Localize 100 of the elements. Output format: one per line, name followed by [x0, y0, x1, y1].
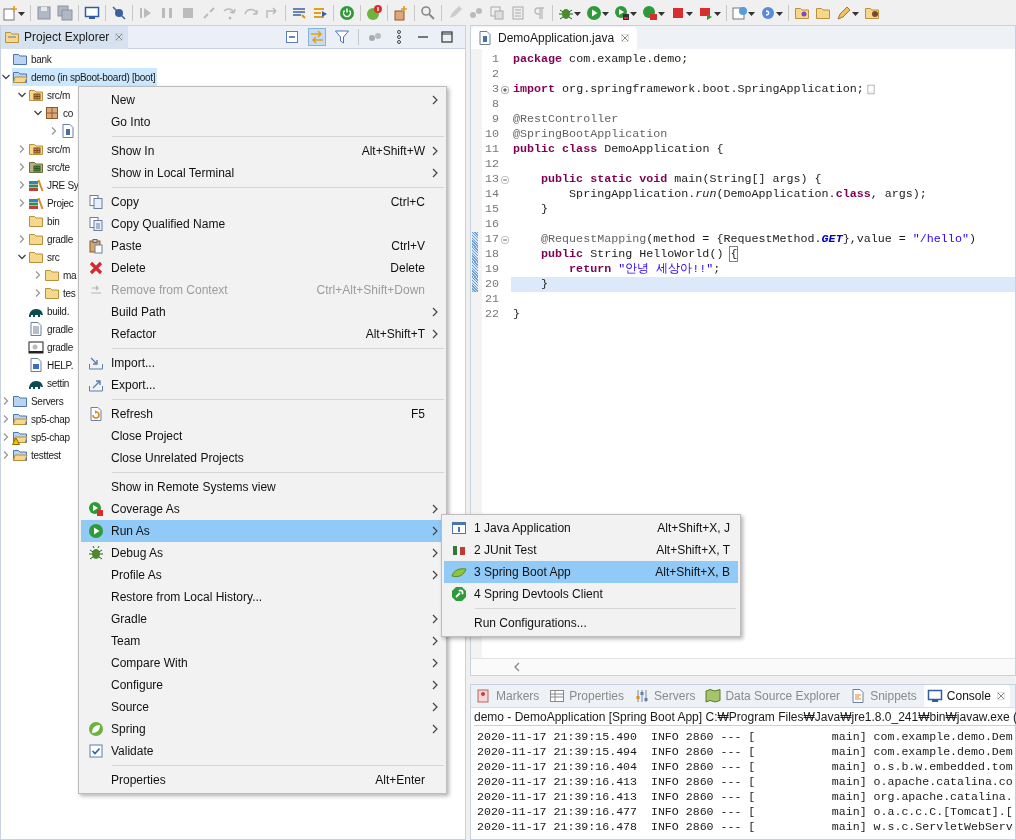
menu-item[interactable]: Show in Local Terminal [81, 162, 444, 184]
tree-item[interactable] [60, 122, 76, 140]
tree-item[interactable]: sp5-chap [12, 410, 70, 428]
filter-icon[interactable] [334, 29, 350, 45]
disconnect-icon[interactable] [201, 4, 217, 21]
tree-item[interactable]: gradle [28, 338, 73, 356]
tree-item[interactable]: bin [28, 212, 60, 230]
tree-item[interactable]: bank [12, 50, 52, 68]
tree-item[interactable]: settin [28, 374, 70, 392]
chevron-right-icon[interactable] [33, 288, 43, 298]
tree-item[interactable]: Servers [12, 392, 64, 410]
menu-item[interactable]: 2 JUnit Test Alt+Shift+X, T [444, 539, 738, 561]
menu-item[interactable]: Team [81, 630, 444, 652]
tree-item[interactable]: src [28, 248, 60, 266]
tree-item[interactable]: HELP. [28, 356, 74, 374]
collapse-all-icon[interactable] [284, 29, 300, 45]
blocks-icon[interactable] [489, 4, 505, 21]
spring-badge-icon[interactable] [366, 4, 382, 21]
chevron-right-icon[interactable] [1, 432, 11, 442]
chevron-down-icon[interactable] [33, 108, 43, 118]
menu-item[interactable]: Copy Qualified Name [81, 213, 444, 235]
tree-item[interactable]: sp5-chap [12, 428, 70, 446]
tree-item[interactable]: testtest [12, 446, 61, 464]
menu-item[interactable]: Paste Ctrl+V [81, 235, 444, 257]
menu-item[interactable]: Import... [81, 352, 444, 374]
tree-item[interactable]: Projec [28, 194, 74, 212]
menu-item[interactable]: 1 Java Application Alt+Shift+X, J [444, 517, 738, 539]
menu-item[interactable]: 4 Spring Devtools Client [444, 583, 738, 605]
scroll-left-icon[interactable] [513, 662, 521, 672]
tree-item[interactable]: gradle [28, 320, 73, 338]
step-return-icon[interactable] [264, 4, 280, 21]
menu-item[interactable]: Refresh F5 [81, 403, 444, 425]
menu-item[interactable]: Profile As [81, 564, 444, 586]
menu-item[interactable]: Refactor Alt+Shift+T [81, 323, 444, 345]
save-all-icon[interactable] [57, 4, 73, 21]
menu-item[interactable]: Show In Alt+Shift+W [81, 140, 444, 162]
run-icon[interactable] [586, 4, 602, 21]
chevron-right-icon[interactable] [17, 198, 27, 208]
tree-item[interactable]: demo (in spBoot-board) [boot] [12, 68, 158, 86]
chevron-right-icon[interactable] [17, 162, 27, 172]
menu-item[interactable]: Close Unrelated Projects [81, 447, 444, 469]
chevron-right-icon[interactable] [49, 126, 59, 136]
menu-item[interactable]: New [81, 89, 444, 111]
collapse-fold-icon[interactable] [500, 174, 510, 185]
chevron-right-icon[interactable] [17, 144, 27, 154]
maximize-icon[interactable] [439, 29, 455, 45]
tree-item[interactable]: build. [28, 302, 70, 320]
menu-item[interactable]: Source [81, 696, 444, 718]
monitor-icon[interactable] [84, 4, 100, 21]
menu-item[interactable]: Run As [81, 520, 444, 542]
power-icon[interactable] [339, 4, 355, 21]
tree-item[interactable]: ma [44, 266, 77, 284]
new-package-icon[interactable] [393, 4, 409, 21]
close-icon[interactable] [113, 31, 126, 43]
menu-item[interactable]: Run Configurations... [444, 612, 738, 634]
tree-item[interactable]: src/m [28, 140, 70, 158]
chevron-down-icon[interactable] [17, 252, 27, 262]
menu-item[interactable]: Gradle [81, 608, 444, 630]
chevron-down-icon[interactable] [1, 72, 11, 82]
folded-code-marker-icon[interactable] [865, 82, 876, 97]
chevron-right-icon[interactable] [1, 396, 11, 406]
chevron-right-icon[interactable] [33, 270, 43, 280]
chevron-down-icon[interactable] [17, 90, 27, 100]
tree-item[interactable]: co [44, 104, 73, 122]
menu-item[interactable]: Properties Alt+Enter [81, 769, 444, 791]
close-icon[interactable] [994, 690, 1007, 702]
skip-breakpoints-icon[interactable] [111, 4, 127, 21]
chevron-right-icon[interactable] [17, 180, 27, 190]
chevron-right-icon[interactable] [17, 234, 27, 244]
menu-item[interactable]: Go Into [81, 111, 444, 133]
chevron-right-icon[interactable] [1, 414, 11, 424]
magnifier-icon[interactable] [420, 4, 436, 21]
menu-item[interactable]: Build Path [81, 301, 444, 323]
tree-item[interactable]: tes [44, 284, 76, 302]
save-icon[interactable] [36, 4, 52, 21]
tree-item[interactable]: JRE Sy [28, 176, 79, 194]
menu-item[interactable]: Restore from Local History... [81, 586, 444, 608]
menu-item[interactable]: Debug As [81, 542, 444, 564]
menu-item[interactable]: Validate [81, 740, 444, 762]
editor-tab[interactable]: DemoApplication.java [471, 27, 638, 49]
menu-item[interactable]: Coverage As [81, 498, 444, 520]
collapse-fold-icon[interactable] [500, 234, 510, 245]
expand-fold-icon[interactable] [500, 84, 510, 95]
view-tab[interactable]: Project Explorer [1, 25, 129, 49]
coverage-icon[interactable] [614, 4, 630, 21]
tree-item[interactable]: src/m [28, 86, 70, 104]
menu-item[interactable]: Configure [81, 674, 444, 696]
menu-item[interactable]: Delete Delete [81, 257, 444, 279]
menu-item[interactable]: Show in Remote Systems view [81, 476, 444, 498]
menu-item[interactable]: Close Project [81, 425, 444, 447]
menu-item[interactable]: 3 Spring Boot App Alt+Shift+X, B [444, 561, 738, 583]
chevron-right-icon[interactable] [1, 450, 11, 460]
tree-item[interactable]: gradle [28, 230, 73, 248]
menu-item[interactable]: Copy Ctrl+C [81, 191, 444, 213]
view-tab[interactable]: Console [923, 685, 1010, 707]
tree-item[interactable]: src/te [28, 158, 70, 176]
menu-item[interactable]: Compare With [81, 652, 444, 674]
menu-item[interactable]: Spring [81, 718, 444, 740]
close-icon[interactable] [619, 32, 632, 44]
menu-item[interactable]: Export... [81, 374, 444, 396]
